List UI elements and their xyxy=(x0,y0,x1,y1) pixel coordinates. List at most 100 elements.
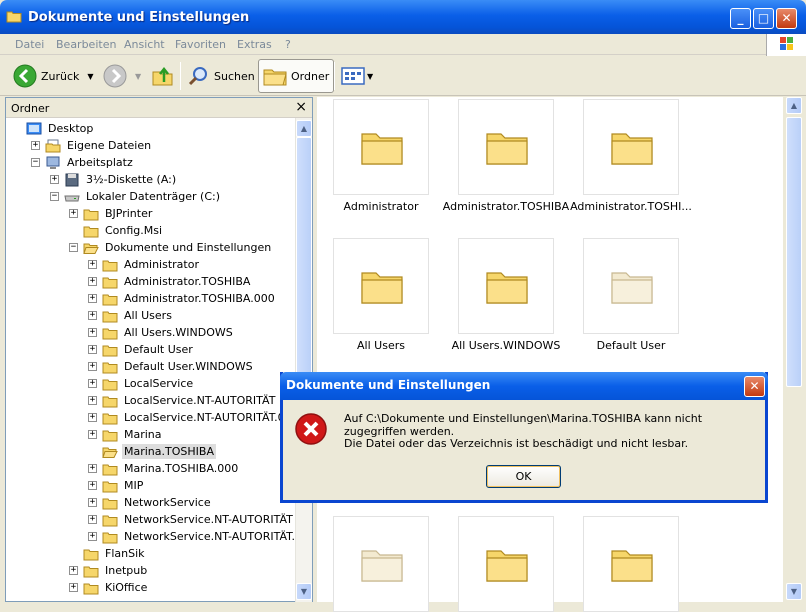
tree-item[interactable]: + KiOffice xyxy=(69,579,149,596)
tree-item[interactable]: FlanSik xyxy=(83,545,147,562)
tree-item[interactable]: + MIP xyxy=(88,477,145,494)
tree-item[interactable]: + Administrator.TOSHIBA xyxy=(88,273,252,290)
dialog-close-button[interactable]: ✕ xyxy=(744,376,765,397)
folder-icon xyxy=(6,11,22,23)
menu-help[interactable]: ? xyxy=(285,38,291,51)
views-dropdown-icon[interactable]: ▼ xyxy=(367,72,373,81)
expand-icon[interactable]: + xyxy=(88,345,97,354)
expand-icon[interactable]: + xyxy=(88,311,97,320)
folder-icon xyxy=(83,566,99,577)
tree-item[interactable]: + NetworkService.NT-AUTORITÄT xyxy=(88,511,295,528)
expand-icon[interactable]: + xyxy=(31,141,40,150)
tree-item[interactable]: + All Users xyxy=(88,307,174,324)
folder-tile-label: Administrator.TOSHI... xyxy=(570,200,692,213)
content-scroll-up-icon[interactable]: ▲ xyxy=(786,97,802,114)
expand-icon[interactable]: + xyxy=(88,498,97,507)
up-folder-button[interactable] xyxy=(151,60,175,92)
folders-panel-header: Ordner × xyxy=(6,98,312,118)
tree-item[interactable]: − Arbeitsplatz xyxy=(31,154,135,171)
tree-item[interactable]: + Default User.WINDOWS xyxy=(88,358,255,375)
expand-icon[interactable]: + xyxy=(88,515,97,524)
search-button[interactable]: Suchen xyxy=(188,60,255,92)
tree-item[interactable]: + NetworkService.NT-AUTORITÄT.000 xyxy=(88,528,298,545)
tree-item[interactable]: + Marina.TOSHIBA.000 xyxy=(88,460,240,477)
expand-icon[interactable]: + xyxy=(88,396,97,405)
expand-icon[interactable]: + xyxy=(88,260,97,269)
tree-item[interactable]: + Default User xyxy=(88,341,195,358)
expand-icon[interactable]: + xyxy=(69,209,78,218)
collapse-icon[interactable]: − xyxy=(69,243,78,252)
scroll-down-icon[interactable]: ▼ xyxy=(296,583,312,600)
tree-scrollbar[interactable]: ▲ ▼ xyxy=(295,118,312,602)
back-dropdown-icon[interactable]: ▼ xyxy=(87,72,93,81)
folder-tile[interactable] xyxy=(333,238,429,334)
tree-item[interactable]: + BJPrinter xyxy=(69,205,154,222)
folder-tile[interactable] xyxy=(458,516,554,612)
expand-icon[interactable]: + xyxy=(88,464,97,473)
tree-item[interactable]: + NetworkService xyxy=(88,494,213,511)
tree-item[interactable]: +3½-Diskette (A:) xyxy=(50,171,178,188)
expand-icon[interactable]: + xyxy=(88,277,97,286)
menu-datei[interactable]: Datei xyxy=(15,38,44,51)
tree-item[interactable]: + LocalService.NT-AUTORITÄT.000 xyxy=(88,409,298,426)
folder-tile[interactable] xyxy=(333,99,429,195)
menu-ansicht[interactable]: Ansicht xyxy=(124,38,165,51)
tree-item[interactable]: + Inetpub xyxy=(69,562,149,579)
expand-icon[interactable]: + xyxy=(88,481,97,490)
menu-favoriten[interactable]: Favoriten xyxy=(175,38,226,51)
collapse-icon[interactable]: − xyxy=(50,192,59,201)
close-panel-icon[interactable]: × xyxy=(295,99,307,115)
folder-tile[interactable] xyxy=(458,99,554,195)
content-scroll-down-icon[interactable]: ▼ xyxy=(786,583,802,600)
expand-icon[interactable]: + xyxy=(69,566,78,575)
tree-item[interactable]: − Dokumente und Einstellungen xyxy=(69,239,273,256)
tree-item[interactable]: Desktop xyxy=(26,120,95,137)
toolbar: Zurück ▼ ▼ Suchen Ordner ▼ xyxy=(0,56,806,96)
folder-icon xyxy=(102,379,118,390)
expand-icon[interactable]: + xyxy=(88,532,97,541)
ok-button[interactable]: OK xyxy=(486,465,561,488)
expand-icon[interactable]: + xyxy=(69,583,78,592)
expand-icon[interactable]: + xyxy=(50,175,59,184)
forward-button[interactable]: ▼ xyxy=(103,60,141,92)
menu-extras[interactable]: Extras xyxy=(237,38,272,51)
tree-item[interactable]: + Eigene Dateien xyxy=(31,137,153,154)
tree-item[interactable]: + LocalService xyxy=(88,375,195,392)
folder-tile[interactable] xyxy=(458,238,554,334)
expand-icon[interactable]: + xyxy=(88,413,97,422)
tree-item-label: Dokumente und Einstellungen xyxy=(105,241,272,254)
tree-item[interactable]: + Administrator.TOSHIBA.000 xyxy=(88,290,277,307)
folders-button[interactable]: Ordner xyxy=(258,59,335,93)
folder-tile[interactable] xyxy=(583,99,679,195)
folder-tile[interactable] xyxy=(583,238,679,334)
expand-icon[interactable]: + xyxy=(88,379,97,388)
tree-item-label: Marina.TOSHIBA xyxy=(122,444,216,459)
expand-icon[interactable]: + xyxy=(88,362,97,371)
scroll-up-icon[interactable]: ▲ xyxy=(296,120,312,137)
expand-icon[interactable]: + xyxy=(88,328,97,337)
tree-item[interactable]: Config.Msi xyxy=(83,222,164,239)
back-button[interactable]: Zurück ▼ xyxy=(13,60,94,92)
folder-icon xyxy=(102,532,118,543)
expand-icon[interactable]: + xyxy=(88,430,97,439)
close-button[interactable]: ✕ xyxy=(776,8,797,29)
folder-open-icon xyxy=(83,243,99,254)
tree-item[interactable]: + Marina xyxy=(88,426,164,443)
folder-tile[interactable] xyxy=(583,516,679,612)
content-scrollbar[interactable]: ▲ ▼ xyxy=(784,97,806,602)
folder-icon xyxy=(102,328,118,339)
tree-item-label: BJPrinter xyxy=(105,207,153,220)
tree-item[interactable]: + Administrator xyxy=(88,256,201,273)
minimize-button[interactable]: _ xyxy=(730,8,751,29)
tree-item[interactable]: Marina.TOSHIBA xyxy=(102,443,216,460)
menu-bearbeiten[interactable]: Bearbeiten xyxy=(56,38,116,51)
folder-tile[interactable] xyxy=(333,516,429,612)
collapse-icon[interactable]: − xyxy=(31,158,40,167)
tree-item[interactable]: − Lokaler Datenträger (C:) xyxy=(50,188,222,205)
views-button[interactable]: ▼ xyxy=(341,60,373,92)
tree-item[interactable]: + LocalService.NT-AUTORITÄT xyxy=(88,392,277,409)
expand-icon[interactable]: + xyxy=(88,294,97,303)
maximize-button[interactable]: □ xyxy=(753,8,774,29)
tree-item[interactable]: + All Users.WINDOWS xyxy=(88,324,235,341)
content-scroll-thumb[interactable] xyxy=(786,117,802,387)
